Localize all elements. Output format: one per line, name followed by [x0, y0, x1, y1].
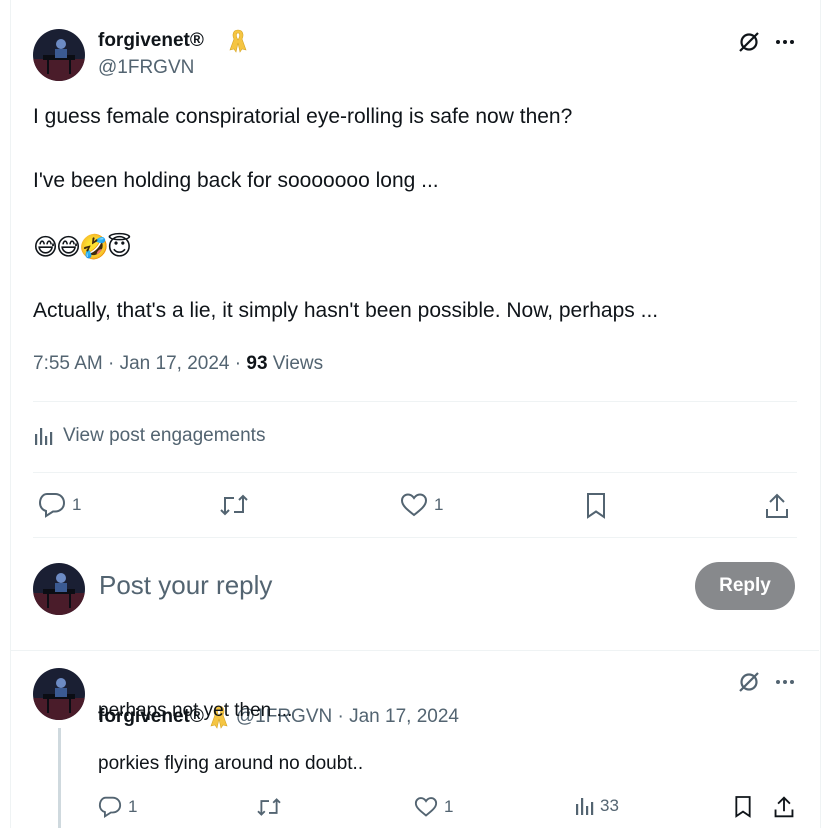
separator	[33, 537, 797, 538]
reply-input[interactable]: Post your reply	[99, 570, 272, 601]
reply-text-line: porkies flying around no doubt..	[98, 753, 364, 774]
more-icon[interactable]	[774, 34, 796, 50]
reply-action[interactable]: 1	[38, 492, 81, 518]
retweet-icon	[219, 492, 249, 518]
post-emojis: 😅😅🤣😇	[33, 234, 132, 261]
views-count: 33	[600, 796, 619, 815]
retweet-icon	[256, 796, 282, 818]
share-action[interactable]	[773, 795, 795, 819]
post-text-line: I've been holding back for sooooooo long…	[33, 169, 439, 192]
bookmark-action[interactable]	[733, 795, 753, 819]
view-engagements-link[interactable]: View post engagements	[33, 425, 265, 447]
reply-button[interactable]: Reply	[695, 562, 795, 610]
views-count: 93	[246, 353, 268, 374]
like-count: 1	[434, 495, 444, 514]
ribbon-icon	[229, 28, 247, 54]
author-handle[interactable]: @1FRGVN	[98, 57, 194, 79]
share-icon	[764, 492, 790, 520]
reply-date[interactable]: Jan 17, 2024	[349, 706, 459, 728]
reply-author-avatar[interactable]	[33, 668, 85, 720]
post-text-line: I guess female conspiratorial eye-rollin…	[33, 105, 573, 128]
thread-line	[58, 728, 61, 828]
post-time[interactable]: 7:55 AM	[33, 353, 103, 374]
separator	[33, 401, 797, 402]
post-text-line: Actually, that's a lie, it simply hasn't…	[33, 299, 659, 322]
like-action[interactable]: 1	[400, 492, 443, 518]
like-icon	[400, 492, 428, 518]
user-avatar[interactable]	[33, 563, 85, 615]
reply-icon	[98, 796, 122, 818]
like-action[interactable]: 1	[414, 796, 453, 818]
separator	[10, 650, 819, 651]
bookmark-icon	[733, 795, 753, 819]
like-icon	[414, 796, 438, 818]
views-action[interactable]: 33	[574, 796, 619, 816]
repost-action[interactable]	[256, 796, 282, 818]
post-meta: 7:55 AM · Jan 17, 2024 · 93 Views	[33, 353, 324, 374]
more-icon[interactable]	[774, 674, 796, 690]
reply-count: 1	[72, 495, 82, 514]
bookmark-icon	[584, 492, 608, 520]
grok-icon[interactable]	[737, 670, 761, 694]
separator	[33, 472, 797, 473]
grok-icon[interactable]	[737, 30, 761, 54]
reply-count: 1	[128, 797, 138, 816]
reply-text-line: perhaps not yet then ...	[98, 700, 293, 721]
post-date[interactable]: Jan 17, 2024	[120, 353, 230, 374]
views-label: Views	[272, 353, 324, 374]
analytics-icon	[33, 426, 53, 446]
reply-icon	[38, 492, 66, 518]
author-name[interactable]: forgivenet®	[98, 30, 204, 52]
like-count: 1	[444, 797, 454, 816]
bookmark-action[interactable]	[584, 492, 608, 520]
reply-action[interactable]: 1	[98, 796, 137, 818]
share-action[interactable]	[764, 492, 790, 520]
view-engagements-label: View post engagements	[63, 425, 266, 446]
author-avatar[interactable]	[33, 29, 85, 81]
repost-action[interactable]	[219, 492, 249, 518]
share-icon	[773, 795, 795, 819]
analytics-icon	[574, 796, 594, 816]
